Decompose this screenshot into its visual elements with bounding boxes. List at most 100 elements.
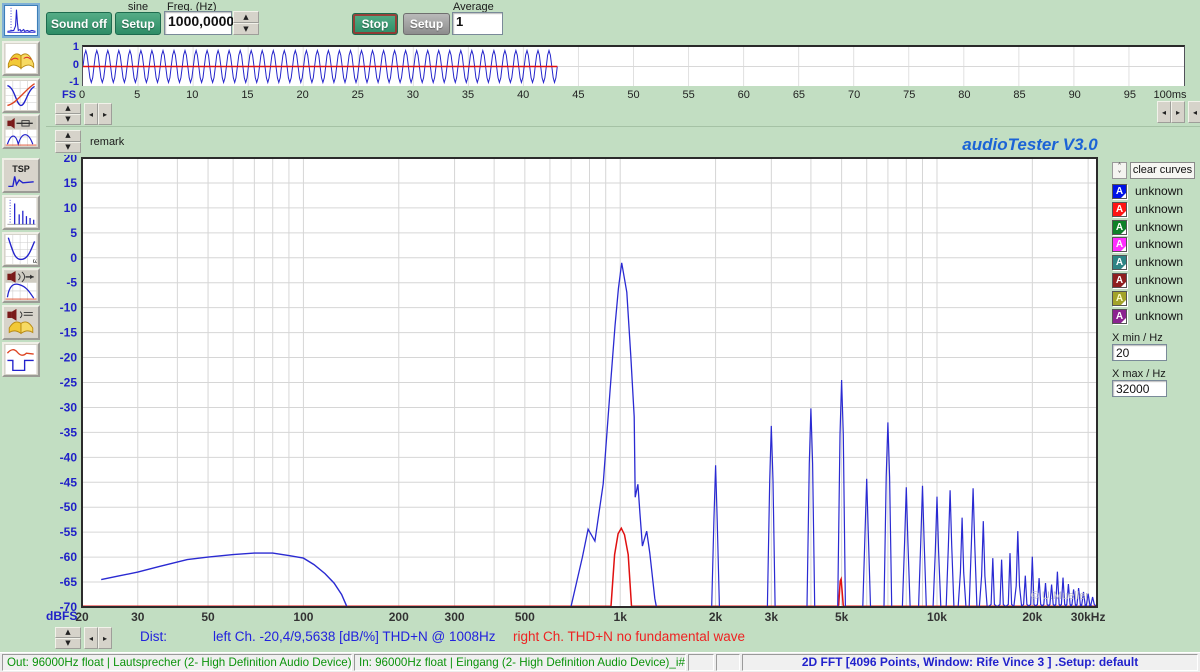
legend-color-swatch[interactable]: A xyxy=(1112,220,1127,235)
dist-scroll-pair[interactable]: ◂ ▸ xyxy=(84,627,112,649)
y-axis-tick-label: -15 xyxy=(60,326,78,340)
y-axis-tick-label: 20 xyxy=(64,155,78,165)
sidebar-item-step-response[interactable] xyxy=(2,342,40,377)
legend-entry[interactable]: Aunknown xyxy=(1112,220,1197,236)
scope-vertical-spinner[interactable]: ▲ ▼ xyxy=(55,103,81,125)
svg-text:TSP: TSP xyxy=(12,164,30,174)
time-tick-label: 50 xyxy=(627,89,639,101)
impedance-measurement-icon xyxy=(5,117,37,146)
sidebar-item-impedance-curve[interactable]: ω xyxy=(2,232,40,267)
y-axis-tick-label: -25 xyxy=(60,376,78,390)
dist-scroll-right[interactable]: ▸ xyxy=(98,627,112,649)
legend-entry[interactable]: Aunknown xyxy=(1112,273,1197,289)
watermark-text: © U.Mueller xyxy=(1031,590,1090,602)
scope-scroll-left-3[interactable]: ◂ xyxy=(1188,101,1200,123)
xmax-label: X max / Hz xyxy=(1112,368,1166,380)
scope-scroll-right-2[interactable]: ▸ xyxy=(1171,101,1185,123)
sidebar-item-impedance-measurement[interactable] xyxy=(2,114,40,149)
legend-entry[interactable]: Aunknown xyxy=(1112,184,1197,200)
legend-entry[interactable]: Aunknown xyxy=(1112,309,1197,325)
legend-color-swatch[interactable]: A xyxy=(1112,184,1127,199)
time-tick-label: 5 xyxy=(134,89,140,101)
y-axis-tick-label: 15 xyxy=(64,176,78,190)
xmax-input[interactable]: 32000 xyxy=(1112,380,1167,397)
legend-color-swatch[interactable]: A xyxy=(1112,309,1127,324)
frequency-stepper[interactable]: ▲ ▼ xyxy=(233,11,259,35)
right-channel-result: right Ch. THD+N no fundamental wave xyxy=(513,629,745,644)
scope-up-button[interactable]: ▲ xyxy=(55,103,81,114)
frequency-input[interactable]: 1000,0000 xyxy=(164,11,232,35)
sidebar-item-harmonics-spectrum[interactable] xyxy=(2,195,40,230)
sidebar-item-frequency-response[interactable] xyxy=(2,78,40,113)
legend-entry[interactable]: Aunknown xyxy=(1112,255,1197,271)
legend-color-swatch[interactable]: A xyxy=(1112,291,1127,306)
clear-curves-button[interactable]: clear curves xyxy=(1130,162,1195,179)
time-tick-label: 45 xyxy=(572,89,584,101)
legend-color-swatch[interactable]: A xyxy=(1112,237,1127,252)
legend-color-swatch[interactable]: A xyxy=(1112,202,1127,217)
sidebar-item-fft-analyzer[interactable] xyxy=(2,3,40,38)
y-axis-tick-label: -5 xyxy=(66,276,77,290)
stop-button[interactable]: Stop xyxy=(352,13,398,35)
analyzer-setup-button[interactable]: Setup xyxy=(403,13,450,35)
y-axis-tick-label: -55 xyxy=(60,525,78,539)
sidebar-item-signal-generator[interactable] xyxy=(2,41,40,76)
scope-yzero-label: 0 xyxy=(65,59,79,71)
remark-down-button[interactable]: ▼ xyxy=(55,142,81,154)
legend-color-swatch[interactable]: A xyxy=(1112,255,1127,270)
dist-down-button[interactable]: ▼ xyxy=(55,638,81,649)
dist-scroll-left[interactable]: ◂ xyxy=(84,627,98,649)
fft-chart[interactable]: 20151050-5-10-15-20-25-30-35-40-45-50-55… xyxy=(45,155,1105,625)
scope-down-button[interactable]: ▼ xyxy=(55,114,81,125)
y-axis-tick-label: -60 xyxy=(60,550,78,564)
frequency-response-icon xyxy=(5,81,37,110)
app-title: audioTester V3.0 xyxy=(940,135,1120,155)
dbfs-label: dBFS xyxy=(46,609,77,623)
time-tick-label: 25 xyxy=(352,89,364,101)
scope-scroll-left[interactable]: ◂ xyxy=(84,103,98,125)
legend-color-swatch[interactable]: A xyxy=(1112,273,1127,288)
x-axis-tick-label: 300 xyxy=(445,610,465,624)
scope-plot[interactable] xyxy=(82,45,1185,86)
frequency-step-up[interactable]: ▲ xyxy=(233,11,259,23)
legend-entry[interactable]: Aunknown xyxy=(1112,237,1197,253)
x-axis-tick-label: 10k xyxy=(927,610,947,624)
y-axis-tick-label: -45 xyxy=(60,475,78,489)
signal-generator-icon xyxy=(5,44,37,73)
legend-entry[interactable]: Aunknown xyxy=(1112,202,1197,218)
sound-off-button[interactable]: Sound off xyxy=(46,12,112,35)
legend-entry[interactable]: Aunknown xyxy=(1112,291,1197,307)
remark-spinner[interactable]: ▲ ▼ xyxy=(55,130,81,153)
x-axis-tick-label: 30kHz xyxy=(1071,610,1105,624)
remark-label: remark xyxy=(90,136,124,148)
xmin-input[interactable]: 20 xyxy=(1112,344,1167,361)
curve-select-spinner[interactable]: ˄˅ xyxy=(1112,162,1127,179)
frequency-step-down[interactable]: ▼ xyxy=(233,23,259,35)
scope-scroll-right[interactable]: ▸ xyxy=(98,103,112,125)
scope-ymax-label: 1 xyxy=(65,41,79,53)
y-axis-tick-label: 10 xyxy=(64,201,78,215)
impedance-curve-icon: ω xyxy=(5,235,37,264)
dist-spinner[interactable]: ▲ ▼ xyxy=(55,627,81,649)
dist-up-button[interactable]: ▲ xyxy=(55,627,81,638)
y-axis-tick-label: -50 xyxy=(60,500,78,514)
generator-setup-button[interactable]: Setup xyxy=(115,12,161,35)
time-tick-label: 75 xyxy=(903,89,915,101)
x-axis-tick-label: 30 xyxy=(131,610,145,624)
x-axis-tick-label: 5k xyxy=(835,610,849,624)
scope-scroll-left-2[interactable]: ◂ xyxy=(1157,101,1171,123)
left-channel-result: left Ch. -20,4/9,5638 [dB/%] THD+N @ 100… xyxy=(213,629,495,644)
y-axis-tick-label: 0 xyxy=(70,251,77,265)
time-tick-label: 55 xyxy=(683,89,695,101)
average-input[interactable]: 1 xyxy=(452,12,503,35)
sidebar-item-speaker-generator[interactable] xyxy=(2,305,40,340)
x-axis-tick-label: 20k xyxy=(1022,610,1042,624)
scope-scroll-right-pair[interactable]: ◂ ▸ xyxy=(1157,101,1185,123)
scope-scroll-left-pair[interactable]: ◂ ▸ xyxy=(84,103,112,125)
sidebar-item-tsp-measurement[interactable]: TSP xyxy=(2,158,40,193)
legend-curve-label: unknown xyxy=(1135,220,1183,235)
scope-scroll-edge-pair[interactable]: ◂ ▸ xyxy=(1188,101,1200,123)
remark-up-button[interactable]: ▲ xyxy=(55,130,81,142)
sidebar-item-speaker-frequency-response[interactable] xyxy=(2,268,40,303)
time-tick-label: 80 xyxy=(958,89,970,101)
